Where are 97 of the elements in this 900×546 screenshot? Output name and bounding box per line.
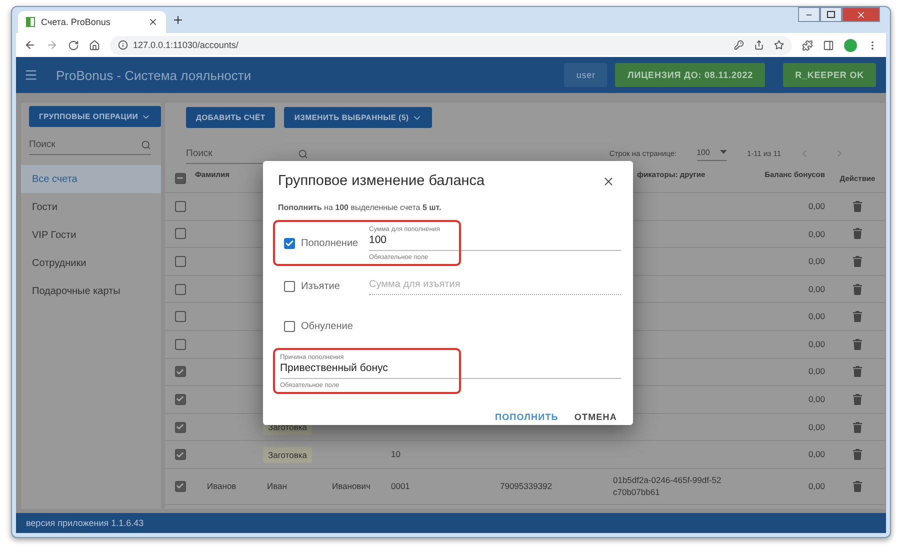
status-tag: Заготовка xyxy=(263,446,312,463)
table-cell: 0001 xyxy=(391,480,410,493)
star-icon[interactable] xyxy=(774,40,784,50)
sidebar-item[interactable]: Подарочные карты xyxy=(21,277,161,305)
dialog-summary: Пополнить на 100 выделенные счета 5 шт. xyxy=(278,203,442,212)
check-icon xyxy=(176,450,184,459)
trash-icon[interactable] xyxy=(853,200,862,212)
user-button[interactable]: user xyxy=(564,63,608,87)
menu-icon[interactable] xyxy=(24,68,38,82)
table-cell-text: 01b5df2a-0246-465f-99df-52c70b07bb61 xyxy=(613,474,722,500)
search-icon[interactable] xyxy=(141,140,151,150)
trash-icon[interactable] xyxy=(853,228,862,240)
row-checkbox[interactable] xyxy=(174,200,186,212)
profile-avatar[interactable] xyxy=(844,38,857,52)
share-icon[interactable] xyxy=(754,40,764,50)
url-text: 127.0.0.1:11030/accounts/ xyxy=(133,40,238,50)
trash-icon[interactable] xyxy=(853,366,862,378)
check-icon xyxy=(176,368,184,376)
close-icon[interactable] xyxy=(602,174,615,188)
trash-icon[interactable] xyxy=(853,480,862,492)
amount-field[interactable]: 100 xyxy=(369,232,621,250)
dialog-button[interactable]: ПОПОЛНИТЬ xyxy=(489,408,564,426)
sidebar-icon[interactable] xyxy=(823,40,834,50)
license-button[interactable]: ЛИЦЕНЗИЯ ДО: 08.11.2022 xyxy=(615,63,766,87)
table-cell: 0,00 xyxy=(808,228,825,240)
trash-icon[interactable] xyxy=(853,284,862,295)
new-tab-icon[interactable] xyxy=(172,14,184,26)
row-checkbox[interactable] xyxy=(174,394,186,405)
table-cell: 0,00 xyxy=(808,200,825,213)
back-icon[interactable] xyxy=(24,39,36,51)
option-label: Пополнение xyxy=(301,238,360,248)
home-icon[interactable] xyxy=(89,40,100,50)
row-checkbox[interactable] xyxy=(174,256,186,267)
close-icon[interactable] xyxy=(148,17,158,27)
table-cell: Иван xyxy=(267,480,287,493)
table-cell: Иванович xyxy=(332,480,370,493)
trash-icon[interactable] xyxy=(853,338,862,350)
table-cell: 0,00 xyxy=(808,255,825,268)
table-cell: 10 xyxy=(391,448,400,462)
trash-icon[interactable] xyxy=(853,394,862,405)
option-label: Изъятие xyxy=(301,280,341,292)
forward-icon[interactable] xyxy=(46,39,58,51)
table-cell: 0,00 xyxy=(808,310,825,324)
key-icon[interactable] xyxy=(734,40,744,50)
trash-icon[interactable] xyxy=(853,422,862,433)
info-icon[interactable] xyxy=(118,40,128,50)
browser-tab[interactable]: Счета. ProBonus xyxy=(18,11,166,33)
row-checkbox[interactable] xyxy=(174,338,186,350)
check-icon xyxy=(285,238,294,248)
sidebar-item[interactable]: Гости xyxy=(21,193,161,221)
search-field[interactable]: Поиск xyxy=(186,148,284,159)
option-checkbox[interactable] xyxy=(284,238,295,248)
row-checkbox[interactable] xyxy=(174,228,186,240)
sidebar-item[interactable]: Все счета xyxy=(21,165,161,193)
row-checkbox[interactable] xyxy=(174,449,186,460)
sidebar-item[interactable]: Сотрудники xyxy=(21,249,161,277)
trash-icon[interactable] xyxy=(853,256,862,267)
reason-field[interactable]: Привественный бонус xyxy=(280,361,621,379)
sidebar-item[interactable]: VIP Гости xyxy=(21,221,161,249)
table-cell: 0,00 xyxy=(808,420,825,434)
row-checkbox[interactable] xyxy=(174,284,186,295)
table-cell: 0,00 xyxy=(808,393,825,406)
reload-icon[interactable] xyxy=(68,40,79,50)
page-icon xyxy=(26,17,35,27)
maximize-button[interactable] xyxy=(820,7,842,22)
option-checkbox[interactable] xyxy=(284,280,295,292)
table-cell: 0,00 xyxy=(808,282,825,296)
rows-per-page-select[interactable]: 100 xyxy=(696,146,727,160)
trash-icon[interactable] xyxy=(853,311,862,322)
check-icon xyxy=(176,482,184,490)
table-cell: Иванов xyxy=(207,480,236,493)
caret-icon[interactable] xyxy=(720,150,727,154)
dialog-button[interactable]: ОТМЕНА xyxy=(568,408,623,426)
row-checkbox[interactable] xyxy=(174,366,186,378)
row-checkbox[interactable] xyxy=(174,480,186,492)
check-icon xyxy=(176,423,184,432)
check-icon xyxy=(176,395,184,404)
select-all-checkbox[interactable] xyxy=(174,172,186,184)
table-cell: 0,00 xyxy=(808,365,825,378)
table-cell: 0,00 xyxy=(808,480,825,493)
maximize-icon[interactable] xyxy=(827,11,835,18)
dialog-title: Групповое изменение баланса xyxy=(278,173,485,189)
search-icon[interactable] xyxy=(298,148,308,158)
trash-icon[interactable] xyxy=(853,449,862,460)
search-field[interactable]: Поиск xyxy=(29,139,127,150)
address-bar[interactable]: 127.0.0.1:11030/accounts/ xyxy=(110,36,792,54)
app-title: ProBonus - Система лояльности xyxy=(56,68,252,82)
app-version: версия приложения 1.1.6.43 xyxy=(26,518,144,528)
table-cell: 0,00 xyxy=(808,338,825,351)
status-button[interactable]: R_KEEPER OK xyxy=(783,63,876,87)
table-cell: 0,00 xyxy=(808,448,825,462)
extension-icon[interactable] xyxy=(802,40,813,50)
row-checkbox[interactable] xyxy=(174,422,186,433)
table-cell: 79095339392 xyxy=(500,480,552,493)
row-checkbox[interactable] xyxy=(174,311,186,322)
option-checkbox[interactable] xyxy=(284,320,295,332)
option-label: Обнуление xyxy=(301,320,354,332)
